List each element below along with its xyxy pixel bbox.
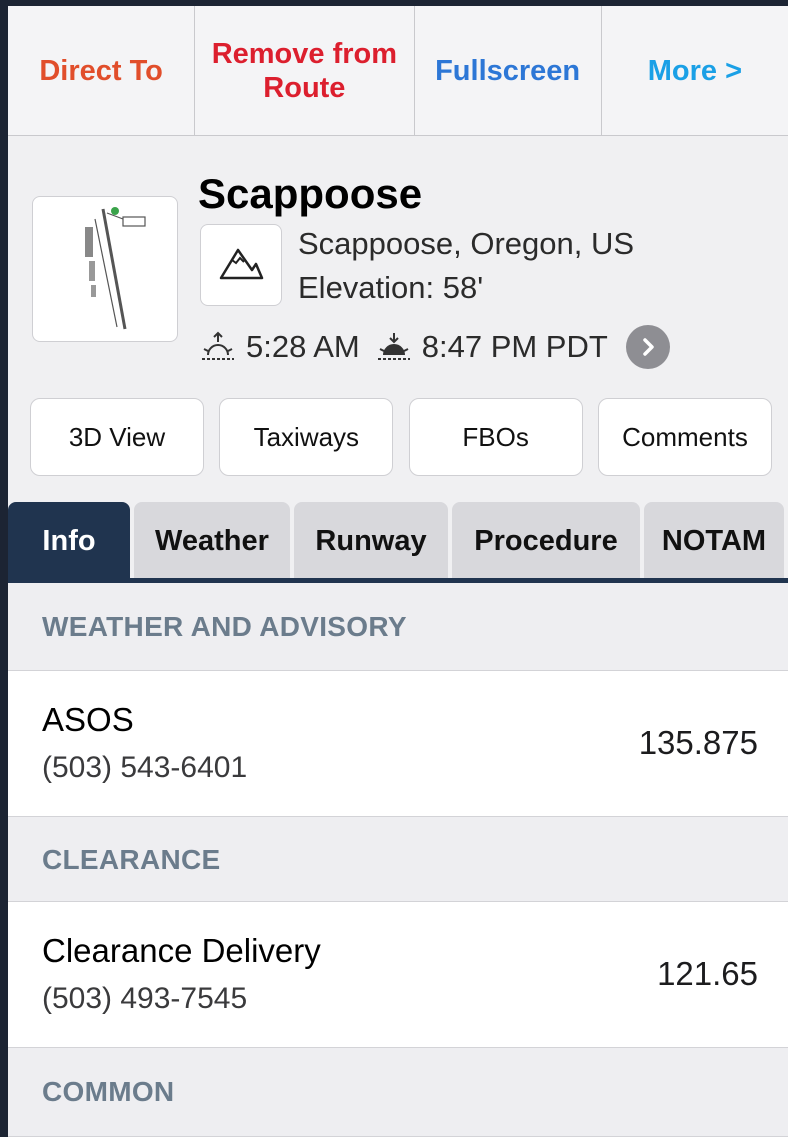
fbos-label: FBOs (462, 421, 529, 452)
sunset-time: 8:47 PM PDT (421, 329, 608, 364)
tab-runway[interactable]: Runway (294, 502, 448, 580)
tab-procedure[interactable]: Procedure (452, 502, 640, 580)
tab-weather-label: Weather (155, 524, 269, 557)
frequency-name: Clearance Delivery (42, 932, 321, 969)
sun-times: 5:28 AM 8:47 PM PDT (200, 324, 670, 370)
section-header-common: COMMON (8, 1047, 788, 1137)
frequency-value: 121.65 (657, 955, 758, 992)
comments-button[interactable]: Comments (597, 398, 772, 476)
fullscreen-label: Fullscreen (435, 54, 581, 87)
view-buttons: 3D View Taxiways FBOs Comments (30, 398, 772, 476)
list-item[interactable]: ASOS (503) 543-6401 135.875 (8, 670, 788, 816)
remove-from-route-button[interactable]: Remove from Route (195, 6, 415, 135)
section-header-clearance: CLEARANCE (8, 816, 788, 902)
sunrise-icon (200, 331, 236, 363)
tab-procedure-label: Procedure (474, 524, 618, 557)
frequency-value: 135.875 (638, 724, 758, 761)
section-title: CLEARANCE (42, 843, 221, 875)
section-title: WEATHER AND ADVISORY (42, 611, 407, 642)
3d-view-button[interactable]: 3D View (30, 398, 204, 476)
airport-info-panel: Direct To Remove from Route Fullscreen M… (8, 6, 788, 1137)
tab-info-label: Info (42, 524, 96, 557)
phone-number[interactable]: (503) 543-6401 (42, 751, 247, 785)
more-button[interactable]: More > (602, 6, 788, 135)
more-label: More > (647, 54, 743, 87)
airport-diagram-thumbnail[interactable] (32, 196, 178, 342)
frequency-name: ASOS (42, 701, 134, 738)
section-header-weather: WEATHER AND ADVISORY (8, 583, 788, 671)
chevron-right-icon[interactable] (625, 325, 670, 369)
tab-weather[interactable]: Weather (134, 502, 290, 580)
taxiways-label: Taxiways (253, 421, 360, 452)
sunset-icon (376, 331, 412, 363)
tab-notam[interactable]: NOTAM (644, 502, 784, 580)
mountain-icon (218, 243, 264, 288)
section-title: COMMON (42, 1076, 175, 1107)
tab-info[interactable]: Info (8, 502, 130, 580)
tab-runway-label: Runway (315, 524, 427, 557)
remove-from-route-label: Remove from Route (211, 37, 398, 104)
direct-to-label: Direct To (39, 54, 163, 87)
list-item[interactable]: Clearance Delivery (503) 493-7545 121.65 (8, 901, 788, 1047)
sunrise-time: 5:28 AM (246, 329, 360, 364)
tab-bar: Info Weather Runway Procedure NOTAM (8, 500, 788, 580)
comments-label: Comments (622, 421, 748, 452)
airport-elevation: Elevation: 58' (298, 270, 484, 305)
direct-to-button[interactable]: Direct To (8, 6, 196, 135)
fbos-button[interactable]: FBOs (408, 398, 583, 476)
airport-location: Scappoose, Oregon, US (298, 226, 635, 261)
airport-name: Scappoose (198, 170, 423, 217)
airport-type-badge (200, 224, 282, 306)
tab-notam-label: NOTAM (661, 524, 767, 557)
taxiways-button[interactable]: Taxiways (219, 398, 394, 476)
3d-view-label: 3D View (68, 421, 166, 452)
phone-number[interactable]: (503) 493-7545 (42, 982, 247, 1016)
action-bar: Direct To Remove from Route Fullscreen M… (8, 6, 788, 136)
fullscreen-button[interactable]: Fullscreen (415, 6, 602, 135)
